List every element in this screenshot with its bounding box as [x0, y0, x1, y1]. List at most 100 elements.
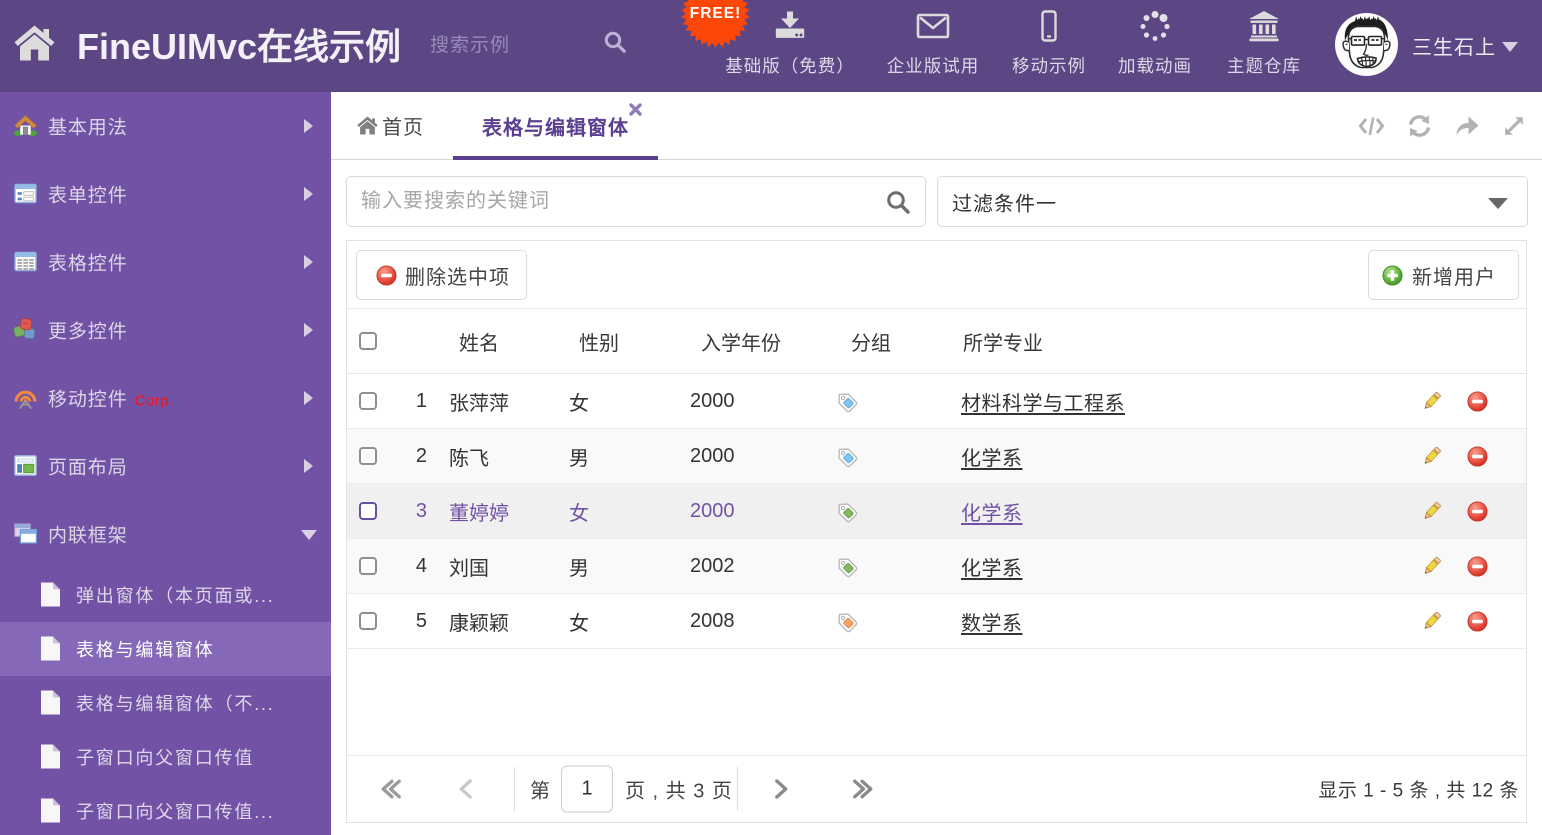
tab-grid-edit-window[interactable]: 表格与编辑窗体 [453, 92, 658, 160]
major-link[interactable]: 化学系 [961, 558, 1023, 580]
table-row[interactable]: 1 张萍萍 女 2000 材料科学与工程系 [347, 374, 1526, 429]
cell-group [835, 445, 961, 468]
cell-major: 化学系 [961, 552, 1421, 581]
cell-gender: 男 [569, 557, 589, 580]
open-new-window-icon[interactable] [1454, 114, 1480, 138]
table-row[interactable]: 2 陈飞 男 2000 化学系 [347, 429, 1526, 484]
edit-row-icon[interactable] [1421, 555, 1443, 577]
delete-selected-button[interactable]: 删除选中项 [356, 250, 527, 300]
filter-dropdown-value: 过滤条件一 [952, 193, 1057, 215]
delete-row-icon[interactable] [1467, 391, 1488, 412]
tag-icon[interactable] [835, 500, 858, 523]
column-header-year[interactable]: 入学年份 [690, 327, 835, 356]
table-row[interactable]: 3 董婷婷 女 2000 化学系 [347, 484, 1526, 539]
sidebar-item-form-controls[interactable]: 表单控件 [0, 160, 331, 228]
tab-home[interactable]: 首页 [357, 92, 424, 159]
user-avatar[interactable] [1335, 13, 1398, 76]
delete-row-icon[interactable] [1467, 556, 1488, 577]
fullscreen-icon[interactable] [1502, 114, 1526, 138]
edit-row-icon[interactable] [1421, 610, 1443, 632]
sidebar-subitem-popup-window[interactable]: 弹出窗体（本页面或... [0, 568, 331, 622]
column-header-group[interactable]: 分组 [835, 327, 961, 356]
row-number: 2 [415, 444, 427, 467]
table-row[interactable]: 5 康颖颖 女 2008 数学系 [347, 594, 1526, 649]
tab-close-icon[interactable] [629, 103, 642, 116]
next-page-icon[interactable] [774, 777, 789, 801]
sidebar-item-basic-usage[interactable]: 基本用法 [0, 92, 331, 160]
column-header-name[interactable]: 姓名 [427, 327, 569, 356]
cell-actions [1421, 500, 1526, 522]
row-number: 3 [415, 499, 427, 522]
table-row[interactable]: 4 刘国 男 2002 化学系 [347, 539, 1526, 594]
major-link[interactable]: 化学系 [961, 503, 1023, 525]
nav-theme-repository[interactable]: 主题仓库 [1199, 0, 1329, 92]
chevron-right-icon [304, 323, 313, 337]
column-header-major[interactable]: 所学专业 [961, 327, 1421, 356]
cell-major: 化学系 [961, 497, 1421, 526]
cell-year: 2000 [690, 389, 735, 412]
sidebar-subitem-child-to-parent-2[interactable]: 子窗口向父窗口传值... [0, 784, 331, 835]
edit-row-icon[interactable] [1421, 500, 1443, 522]
edit-row-icon[interactable] [1421, 390, 1443, 412]
major-link[interactable]: 数学系 [961, 613, 1023, 635]
header-search-input[interactable] [430, 28, 590, 64]
prev-page-icon[interactable] [458, 777, 473, 801]
add-user-button[interactable]: 新增用户 [1368, 250, 1519, 300]
row-checkbox[interactable] [359, 557, 377, 575]
row-checkbox[interactable] [359, 502, 377, 520]
row-checkbox[interactable] [359, 447, 377, 465]
tag-icon[interactable] [835, 390, 858, 413]
user-menu-caret-icon[interactable] [1502, 42, 1518, 52]
layout-icon [14, 454, 37, 477]
row-checkbox[interactable] [359, 392, 377, 410]
search-icon[interactable] [885, 189, 912, 216]
delete-row-icon[interactable] [1467, 501, 1488, 522]
cell-gender: 女 [569, 392, 589, 415]
delete-row-icon[interactable] [1467, 446, 1488, 467]
row-checkbox[interactable] [359, 612, 377, 630]
nav-label: 主题仓库 [1227, 56, 1301, 76]
nav-label: 基础版（免费） [725, 56, 855, 76]
user-name[interactable]: 三生石上 [1412, 31, 1496, 60]
column-header-gender[interactable]: 性别 [569, 327, 690, 356]
page-number-input[interactable] [561, 765, 613, 813]
major-link[interactable]: 化学系 [961, 448, 1023, 470]
row-number: 4 [415, 554, 427, 577]
refresh-icon[interactable] [1407, 114, 1432, 138]
sidebar-item-grid-controls[interactable]: 表格控件 [0, 228, 331, 296]
source-code-icon[interactable] [1358, 114, 1385, 138]
row-number: 1 [415, 389, 427, 412]
filter-dropdown[interactable]: 过滤条件一 [937, 176, 1528, 227]
cell-name: 陈飞 [449, 447, 489, 470]
pager-divider [514, 767, 515, 811]
table-icon [14, 250, 37, 273]
delete-row-icon[interactable] [1467, 611, 1488, 632]
logo-home-icon[interactable] [14, 25, 55, 61]
cell-gender: 女 [569, 502, 589, 525]
cell-actions [1421, 610, 1526, 632]
cubes-icon [14, 318, 37, 341]
tag-icon[interactable] [835, 555, 858, 578]
app-header: FineUIMvc在线示例 FREE! 基础版（免费） 企业版试用 移动示例 [0, 0, 1542, 92]
cell-actions [1421, 390, 1526, 412]
tag-icon[interactable] [835, 445, 858, 468]
sidebar-subitem-grid-edit-window[interactable]: 表格与编辑窗体 [0, 622, 331, 676]
last-page-icon[interactable] [852, 777, 874, 801]
home-icon [357, 116, 378, 135]
sidebar-item-inline-frames[interactable]: 内联框架 [0, 500, 331, 568]
tab-bar: 首页 表格与编辑窗体 [330, 92, 1542, 160]
keyword-search-input[interactable] [347, 177, 925, 226]
bank-icon [1246, 9, 1282, 43]
edit-row-icon[interactable] [1421, 445, 1443, 467]
sidebar-item-more-controls[interactable]: 更多控件 [0, 296, 331, 364]
sidebar-subitem-child-to-parent[interactable]: 子窗口向父窗口传值 [0, 730, 331, 784]
sidebar-item-page-layout[interactable]: 页面布局 [0, 432, 331, 500]
sidebar-item-mobile-controls[interactable]: 移动控件 Corp. [0, 364, 331, 432]
select-all-checkbox[interactable] [359, 332, 377, 350]
sidebar-subitem-grid-edit-window-2[interactable]: 表格与编辑窗体（不... [0, 676, 331, 730]
cell-year: 2000 [690, 499, 735, 522]
first-page-icon[interactable] [380, 777, 402, 801]
tag-icon[interactable] [835, 610, 858, 633]
header-search-icon[interactable] [603, 30, 628, 55]
major-link[interactable]: 材料科学与工程系 [961, 393, 1125, 415]
